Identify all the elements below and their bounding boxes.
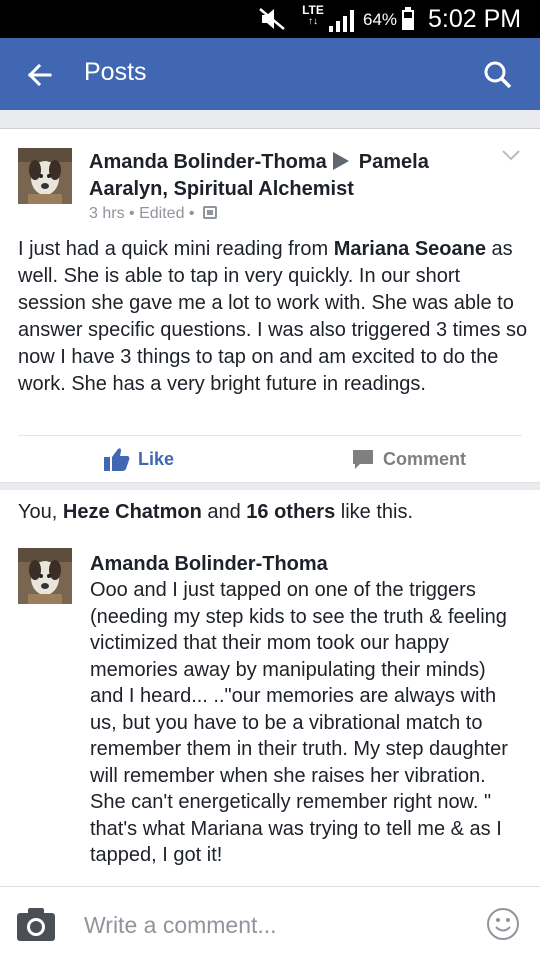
likes-middle: and [201, 501, 247, 523]
comment-bubble-icon [353, 450, 373, 469]
status-bar: LTE ↑↓ 64% 5:02 PM [0, 0, 540, 38]
author-avatar[interactable] [18, 148, 72, 204]
smiley-icon[interactable] [486, 907, 520, 941]
battery-percent: 64% [363, 10, 398, 29]
thumbs-up-icon [104, 448, 130, 471]
likes-suffix: like this. [335, 501, 414, 523]
page-title: Posts [84, 58, 147, 86]
app-bar: Posts [0, 38, 540, 110]
like-button[interactable]: Like [104, 446, 174, 472]
arrow-left-icon[interactable] [20, 55, 60, 95]
comment-text: Ooo and I just tapped on one of the trig… [90, 579, 508, 866]
signal-icon [329, 10, 354, 32]
meta-separator-2: • [188, 205, 195, 222]
network-activity: ↑↓ [308, 16, 318, 27]
commenter-name[interactable]: Amanda Bolinder-Thoma [90, 553, 328, 576]
feed-separator [0, 110, 540, 129]
post-header: Amanda Bolinder-Thoma Pamela [89, 151, 429, 174]
edited-label[interactable]: Edited [139, 205, 184, 222]
comment-label: Comment [383, 448, 467, 469]
search-icon[interactable] [478, 55, 518, 95]
post-time[interactable]: 3 hrs [89, 205, 125, 222]
comment-button[interactable]: Comment [352, 446, 466, 472]
likes-prefix: You, [18, 501, 63, 523]
post-target-name[interactable]: Pamela [359, 151, 429, 173]
likes-others[interactable]: 16 others [246, 501, 335, 523]
mute-icon [259, 8, 285, 30]
post-body-text: I just had a quick mini reading from [18, 238, 334, 260]
post-meta: 3 hrs • Edited • [89, 205, 217, 223]
audience-icon[interactable] [202, 206, 217, 219]
liker-name[interactable]: Heze Chatmon [63, 501, 202, 523]
battery-icon [402, 7, 414, 30]
network-indicator: LTE ↑↓ [300, 4, 326, 27]
likes-summary[interactable]: You, Heze Chatmon and 16 others like thi… [18, 501, 413, 524]
chevron-down-icon[interactable] [500, 146, 522, 164]
commenter-avatar[interactable] [18, 548, 72, 604]
mentioned-user[interactable]: Mariana Seoane [334, 238, 486, 260]
comment-input[interactable]: Write a comment... [84, 912, 277, 939]
post-body-text-cont: as well. She is able to tap in very quic… [18, 238, 528, 395]
divider [18, 435, 522, 436]
like-label: Like [138, 448, 175, 469]
meta-separator: • [129, 205, 135, 222]
clock: 5:02 PM [428, 5, 522, 33]
comment-composer: Write a comment... [0, 886, 540, 960]
post-author-name[interactable]: Amanda Bolinder-Thoma [89, 151, 327, 173]
post-header-continued: Aaralyn, Spiritual Alchemist [89, 178, 354, 201]
post-target-name-cont[interactable]: Aaralyn, Spiritual Alchemist [89, 178, 354, 200]
section-separator [0, 482, 540, 490]
camera-icon[interactable] [16, 905, 56, 943]
post-body: I just had a quick mini reading from Mar… [18, 236, 528, 398]
shared-to-arrow-icon [332, 152, 349, 170]
network-type: LTE [302, 3, 324, 17]
